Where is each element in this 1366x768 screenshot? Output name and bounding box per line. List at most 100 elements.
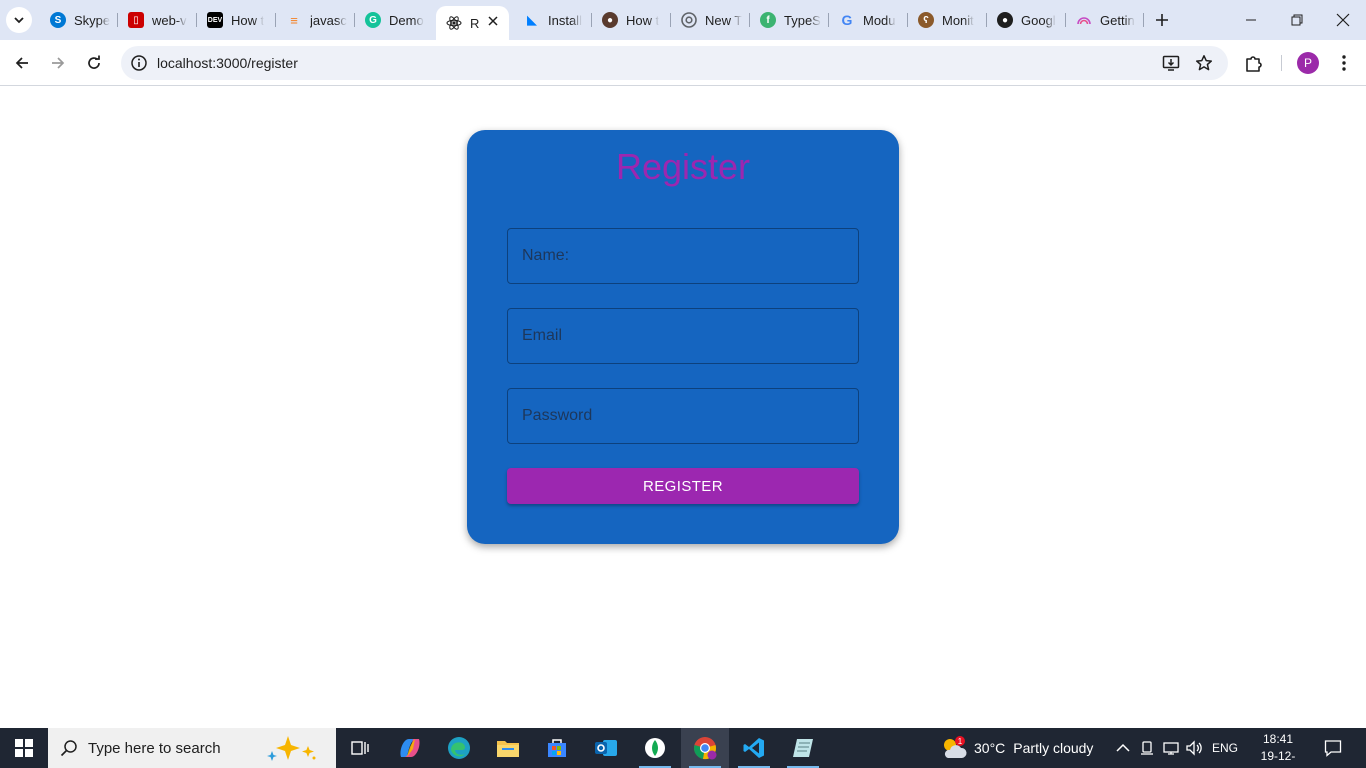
- network-icon[interactable]: [1162, 739, 1180, 757]
- tab-skype[interactable]: S Skype: [40, 6, 116, 34]
- tab-demo[interactable]: G Demo: [355, 6, 431, 34]
- restore-button[interactable]: [1274, 0, 1320, 40]
- name-field[interactable]: [507, 228, 859, 284]
- start-button[interactable]: [0, 728, 48, 768]
- page-viewport: Register REGISTER: [0, 87, 1366, 728]
- bookmark-star-icon[interactable]: [1193, 52, 1215, 74]
- install-app-icon[interactable]: [1160, 52, 1182, 74]
- search-icon: [60, 740, 77, 757]
- tab-search-button[interactable]: [6, 7, 32, 33]
- close-window-button[interactable]: [1320, 0, 1366, 40]
- tab-typescript[interactable]: f TypeS: [750, 6, 826, 34]
- tab-title: Demo: [389, 12, 424, 28]
- profile-avatar[interactable]: P: [1297, 52, 1319, 74]
- show-hidden-icons-button[interactable]: [1114, 739, 1132, 757]
- address-bar[interactable]: localhost:3000/register: [121, 46, 1228, 80]
- edge-app[interactable]: [435, 728, 483, 768]
- tab-javascript[interactable]: ≡ javasc: [276, 6, 352, 34]
- notification-icon: [1324, 740, 1342, 757]
- react-icon: [446, 15, 462, 31]
- tab-dev[interactable]: DEV How t: [197, 6, 273, 34]
- taskbar-search-box[interactable]: Type here to search: [48, 728, 336, 768]
- tab-title: TypeS: [784, 12, 821, 28]
- tab-title: web-v: [152, 12, 187, 28]
- tab-install[interactable]: ◣ Install: [514, 6, 590, 34]
- site-info-icon[interactable]: [130, 54, 148, 72]
- close-icon[interactable]: [485, 13, 501, 29]
- email-field[interactable]: [507, 308, 859, 364]
- restore-icon: [1291, 14, 1303, 26]
- task-view-button[interactable]: [336, 728, 384, 768]
- folder-icon: [497, 741, 519, 757]
- new-tab-button[interactable]: [1150, 8, 1174, 32]
- mongodb-compass-app[interactable]: [631, 728, 679, 768]
- mui-icon: ◣: [527, 12, 537, 27]
- vscode-app[interactable]: [730, 728, 778, 768]
- file-explorer-app[interactable]: [484, 728, 532, 768]
- chrome-app[interactable]: [681, 728, 729, 768]
- notifications-button[interactable]: [1324, 739, 1342, 757]
- plus-icon: [1156, 14, 1168, 26]
- github-icon: ●: [997, 12, 1013, 28]
- register-button[interactable]: REGISTER: [507, 468, 859, 504]
- tab-strip: S Skype ▯ web-v DEV How t ≡ javasc G Dem…: [0, 0, 1366, 40]
- puzzle-icon: [1246, 56, 1262, 72]
- back-button[interactable]: [8, 49, 36, 77]
- tab-web[interactable]: ▯ web-v: [118, 6, 194, 34]
- mongodb-icon: [645, 738, 665, 758]
- tab-google[interactable]: ● Googl: [987, 6, 1063, 34]
- task-view-icon: [351, 741, 369, 755]
- copilot-icon: [400, 739, 420, 757]
- weather-widget[interactable]: 1 30°C Partly cloudy: [940, 728, 1093, 768]
- tab-register-active[interactable]: R: [436, 6, 509, 40]
- store-app[interactable]: [533, 728, 581, 768]
- minimize-button[interactable]: [1228, 0, 1274, 40]
- tab-getting-started[interactable]: Gettin: [1066, 6, 1142, 34]
- more-vertical-icon: [1342, 55, 1346, 71]
- meet-now-icon[interactable]: [1138, 739, 1156, 757]
- tab-title: Gettin: [1100, 12, 1135, 28]
- grammarly-icon: G: [365, 12, 381, 28]
- chevron-down-icon: [14, 17, 24, 24]
- name-input[interactable]: [508, 229, 858, 283]
- tab-monitor[interactable]: ʕ Monit: [908, 6, 984, 34]
- email-input[interactable]: [508, 309, 858, 363]
- sparkle-icon: [267, 736, 316, 761]
- browser-menu-button[interactable]: [1332, 51, 1356, 75]
- bear-icon: ʕ: [918, 12, 934, 28]
- tab-title: Monit: [942, 12, 974, 28]
- chrome-icon: [681, 12, 697, 28]
- arrow-right-icon: [52, 57, 65, 69]
- reload-button[interactable]: [80, 49, 108, 77]
- url-text[interactable]: localhost:3000/register: [157, 55, 298, 71]
- typescript-icon: f: [760, 12, 776, 28]
- notepad-icon: [793, 739, 813, 757]
- tab-title: Install: [548, 12, 582, 28]
- register-card: Register REGISTER: [467, 130, 899, 544]
- copilot-app[interactable]: [386, 728, 434, 768]
- register-title: Register: [615, 146, 751, 187]
- volume-icon[interactable]: [1185, 739, 1203, 757]
- tab-separator: [1143, 13, 1144, 27]
- windows-icon: [15, 739, 33, 757]
- extensions-button[interactable]: [1242, 51, 1266, 75]
- password-input[interactable]: [508, 389, 858, 443]
- tab-title: How t: [626, 12, 660, 28]
- tab-how-to[interactable]: ● How t: [592, 6, 668, 34]
- dev-icon: DEV: [207, 12, 223, 28]
- tab-title: Googl: [1021, 12, 1056, 28]
- google-icon: G: [841, 12, 853, 28]
- tab-new-tab[interactable]: New T: [671, 6, 747, 34]
- language-indicator[interactable]: ENG: [1212, 741, 1238, 755]
- tab-title: Modu: [863, 12, 896, 28]
- outlook-app[interactable]: [582, 728, 630, 768]
- system-clock[interactable]: 18:41 19-12-2024: [1250, 731, 1306, 768]
- taskbar-search-placeholder: Type here to search: [88, 740, 221, 757]
- notepad-app[interactable]: [779, 728, 827, 768]
- tab-modules[interactable]: G Modu: [829, 6, 905, 34]
- browser-toolbar: localhost:3000/register P: [0, 40, 1366, 86]
- tab-title: How t: [231, 12, 265, 28]
- password-field[interactable]: [507, 388, 859, 444]
- outlook-icon: [595, 740, 617, 756]
- forward-button[interactable]: [44, 49, 72, 77]
